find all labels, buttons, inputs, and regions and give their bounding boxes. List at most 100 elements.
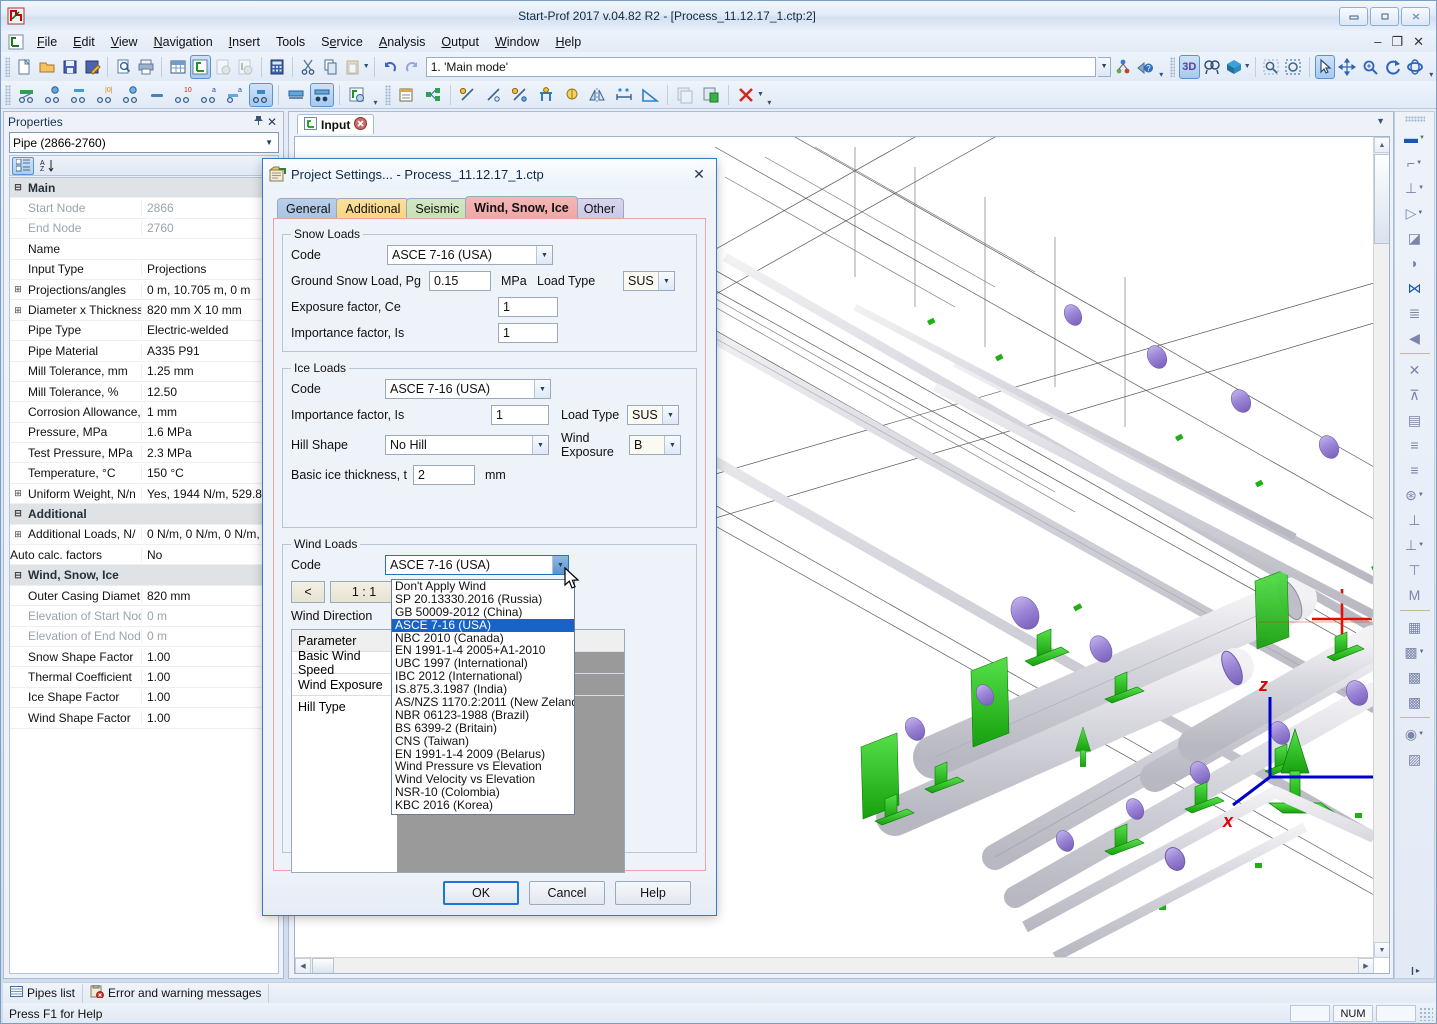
chevron-down-icon[interactable]: ▼ bbox=[1416, 160, 1422, 166]
property-row[interactable]: Temperature, °C150 °C bbox=[10, 463, 278, 483]
dialog-tab-other[interactable]: Other bbox=[575, 198, 624, 218]
rigid-hanger-icon[interactable]: ⊥ bbox=[1396, 507, 1434, 532]
snow-importance-input[interactable]: 1 bbox=[498, 323, 558, 343]
print-icon[interactable] bbox=[136, 55, 157, 79]
model-view-icon[interactable] bbox=[190, 55, 211, 79]
property-value[interactable]: 1.00 bbox=[141, 690, 278, 704]
menu-item-file[interactable]: File bbox=[29, 33, 65, 51]
scroll-left-button[interactable]: ◀ bbox=[295, 958, 311, 974]
tee-icon[interactable]: ⊥▼ bbox=[1396, 175, 1434, 200]
property-row[interactable]: Elevation of End Nod0 m bbox=[10, 627, 278, 647]
window-minimize-button[interactable] bbox=[1339, 7, 1368, 26]
chevron-down-icon[interactable]: ▼ bbox=[664, 436, 680, 454]
insert-pipe-icon[interactable] bbox=[15, 83, 39, 107]
toolbar-grip[interactable] bbox=[5, 57, 10, 77]
spring-hanger-icon[interactable]: ⊛▼ bbox=[1396, 482, 1434, 507]
distance-icon[interactable] bbox=[612, 83, 636, 107]
flange-icon[interactable]: ◪ bbox=[1396, 225, 1434, 250]
scroll-up-button[interactable]: ▲ bbox=[1374, 137, 1390, 153]
property-category-row[interactable]: ⊟Wind, Snow, Ice bbox=[10, 565, 278, 585]
select-arrow-icon[interactable] bbox=[1315, 55, 1336, 79]
mode-combo-dropdown-icon[interactable]: ▼ bbox=[1098, 57, 1112, 77]
property-value[interactable]: 0 m bbox=[141, 609, 278, 623]
property-value[interactable]: Yes, 1944 N/m, 529.8 N bbox=[141, 487, 278, 501]
check-model-icon[interactable] bbox=[213, 55, 234, 79]
add-restraint2-icon[interactable] bbox=[508, 83, 532, 107]
wind-direction-scale[interactable]: 1 : 1 bbox=[330, 581, 398, 603]
insert-node-10-icon[interactable]: |0| bbox=[93, 83, 117, 107]
property-row[interactable]: ⊞Uniform Weight, N/nYes, 1944 N/m, 529.8… bbox=[10, 484, 278, 504]
expand-icon[interactable]: ⊞ bbox=[10, 284, 26, 295]
spring-icon[interactable] bbox=[560, 83, 584, 107]
sort-az-icon[interactable]: AZ bbox=[36, 157, 58, 175]
ice-code-combo[interactable]: ASCE 7-16 (USA) ▼ bbox=[385, 379, 551, 399]
dropdown-option[interactable]: Don't Apply Wind bbox=[392, 580, 574, 593]
wind-code-dropdown-list[interactable]: Don't Apply WindSP 20.13330.2016 (Russia… bbox=[391, 579, 575, 815]
chevron-down-icon[interactable]: ▼ bbox=[534, 380, 550, 398]
chevron-down-icon[interactable]: ▼ bbox=[1419, 135, 1425, 141]
property-value[interactable]: 2.3 MPa bbox=[141, 446, 278, 460]
valve-icon[interactable]: ⋈ bbox=[1396, 275, 1434, 300]
anchor-icon[interactable] bbox=[534, 83, 558, 107]
render-box-icon[interactable] bbox=[1224, 55, 1245, 79]
property-row[interactable]: Pipe TypeElectric-welded bbox=[10, 321, 278, 341]
soil-icon[interactable]: ◉▼ bbox=[1396, 721, 1434, 746]
chevron-down-icon[interactable]: ▼ bbox=[1418, 185, 1424, 191]
property-row[interactable]: Auto calc. factorsNo bbox=[10, 545, 278, 565]
cut-icon[interactable] bbox=[298, 55, 319, 79]
property-row[interactable]: Input TypeProjections bbox=[10, 260, 278, 280]
rotate-icon[interactable] bbox=[1382, 55, 1403, 79]
menu-item-navigation[interactable]: Navigation bbox=[146, 33, 221, 51]
menu-item-view[interactable]: View bbox=[103, 33, 146, 51]
save-as-icon[interactable] bbox=[82, 55, 103, 79]
delete-dropdown-icon[interactable]: ▼ bbox=[757, 91, 764, 98]
property-value[interactable]: 0 N/m, 0 N/m, 0 N/m, bbox=[141, 527, 278, 541]
insert-bend-icon[interactable] bbox=[41, 83, 65, 107]
toolbar-overflow-button[interactable]: ▾ bbox=[1157, 55, 1166, 79]
copy-icon[interactable] bbox=[321, 55, 342, 79]
mdi-tab-menu-icon[interactable]: ▼ bbox=[1376, 116, 1385, 126]
insert-reducer-icon[interactable] bbox=[67, 83, 91, 107]
orbit-icon[interactable] bbox=[1405, 55, 1426, 79]
paste-element-icon[interactable] bbox=[699, 83, 723, 107]
delete-icon[interactable] bbox=[734, 83, 758, 107]
canvas-horizontal-scrollbar[interactable]: ◀ ▶ bbox=[295, 957, 1374, 973]
insert-bellows-icon[interactable] bbox=[310, 83, 334, 107]
dropdown-option[interactable]: CNS (Taiwan) bbox=[392, 735, 574, 748]
chevron-down-icon[interactable]: ▼ bbox=[265, 138, 275, 147]
add-restraint-icon[interactable] bbox=[456, 83, 480, 107]
ice-importance-input[interactable]: 1 bbox=[491, 405, 549, 425]
property-value[interactable]: 0 m, 10.705 m, 0 m bbox=[141, 283, 278, 297]
collapse-icon[interactable]: ⊟ bbox=[10, 508, 26, 519]
zoom-icon[interactable] bbox=[1360, 55, 1381, 79]
property-value[interactable]: 1.00 bbox=[141, 670, 278, 684]
cancel-button[interactable]: Cancel bbox=[529, 881, 605, 905]
undo-icon[interactable] bbox=[380, 55, 401, 79]
whats-this-icon[interactable]: ? bbox=[1135, 55, 1156, 79]
property-row[interactable]: Wind Shape Factor1.00 bbox=[10, 708, 278, 728]
mdi-minimize-button[interactable]: – bbox=[1374, 34, 1381, 50]
property-value[interactable]: No bbox=[141, 548, 278, 562]
ice-load-type-combo[interactable]: SUS ▼ bbox=[627, 405, 679, 425]
ground-snow-load-input[interactable]: 0.15 bbox=[429, 271, 491, 291]
cap-icon[interactable]: ◗ bbox=[1396, 250, 1434, 275]
menu-item-insert[interactable]: Insert bbox=[221, 33, 268, 51]
property-row[interactable]: Thermal Coefficient1.00 bbox=[10, 667, 278, 687]
resize-grip[interactable] bbox=[1419, 1007, 1433, 1021]
open-file-icon[interactable] bbox=[37, 55, 58, 79]
insert-pipe-10-icon[interactable]: 10 bbox=[171, 83, 195, 107]
dialog-tab-wsi[interactable]: Wind, Snow, Ice bbox=[465, 196, 578, 218]
mirror-icon[interactable] bbox=[586, 83, 610, 107]
toolbar-grip[interactable] bbox=[1170, 57, 1175, 77]
collapse-icon[interactable]: ⊟ bbox=[10, 182, 26, 193]
dropdown-option[interactable]: NBR 06123-1988 (Brazil) bbox=[392, 709, 574, 722]
dropdown-option[interactable]: AS/NZS 1170.2:2011 (New Zeland) bbox=[392, 696, 574, 709]
menu-item-output[interactable]: Output bbox=[433, 33, 487, 51]
mdi-close-button[interactable]: ✕ bbox=[1413, 34, 1424, 50]
collapse-panel-icon[interactable]: ❙▸ bbox=[1396, 962, 1434, 978]
property-row[interactable]: Name bbox=[10, 239, 278, 259]
copy-element-icon[interactable] bbox=[673, 83, 697, 107]
property-row[interactable]: Test Pressure, MPa2.3 MPa bbox=[10, 443, 278, 463]
property-row[interactable]: Pipe MaterialA335 P91 bbox=[10, 341, 278, 361]
property-row[interactable]: Outer Casing Diamet820 mm bbox=[10, 586, 278, 606]
